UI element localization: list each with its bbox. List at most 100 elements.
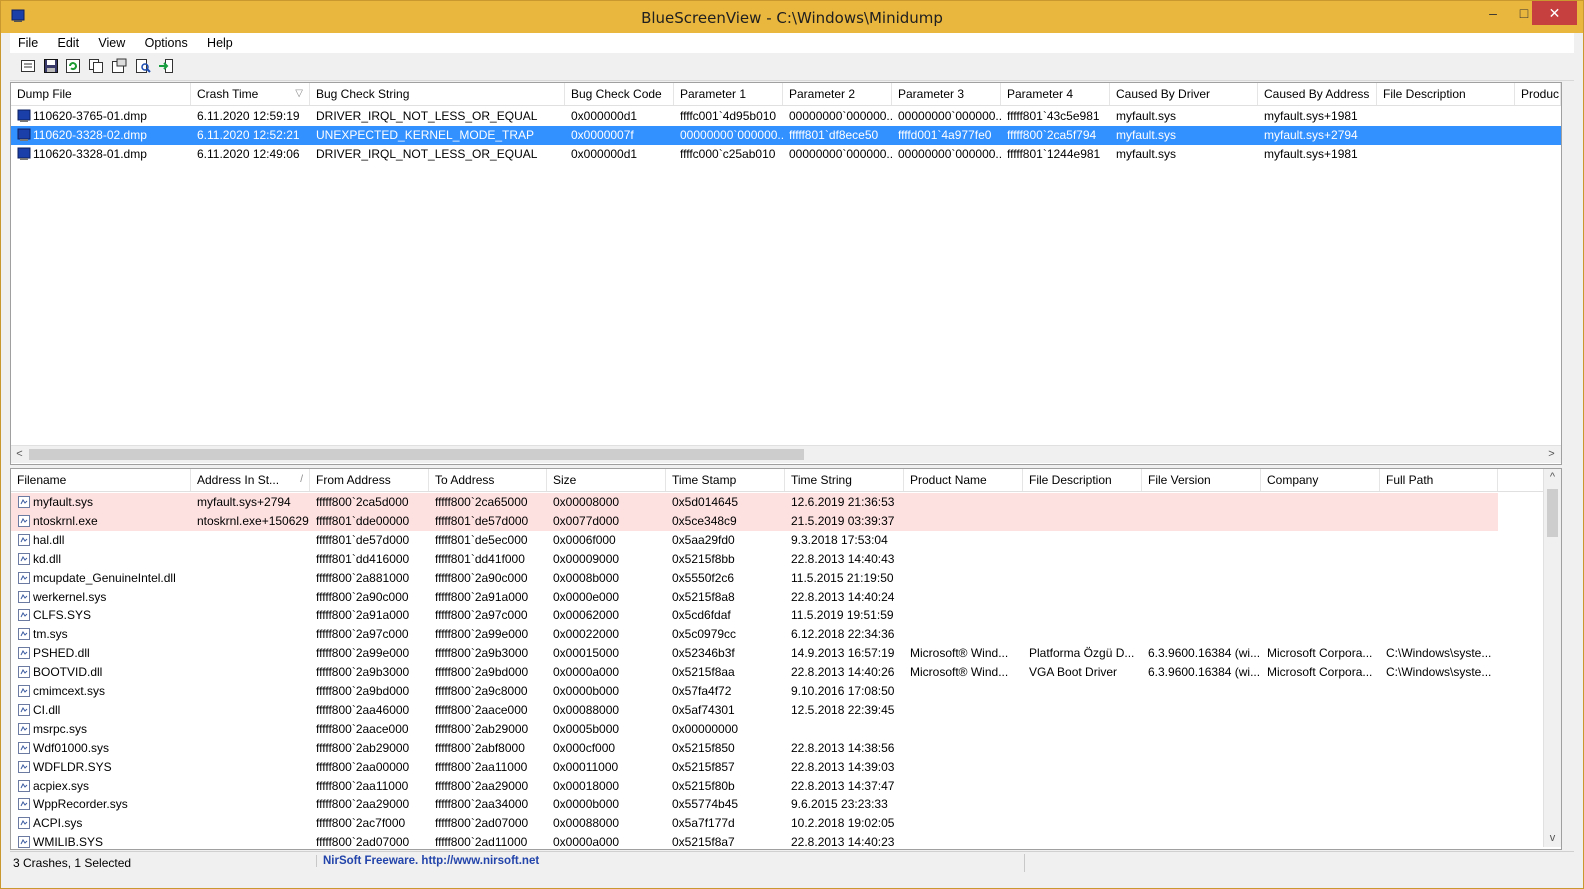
- driver-row[interactable]: hal.dll fffff801`de57d000 fffff801`de5ec00…: [11, 531, 1561, 550]
- col-company[interactable]: Company: [1261, 469, 1380, 491]
- col-parameter-1[interactable]: Parameter 1: [674, 83, 783, 105]
- col-time-stamp[interactable]: Time Stamp: [666, 469, 785, 491]
- driver-row[interactable]: acpiex.sys fffff800`2aa11000 fffff800`2aa2…: [11, 777, 1561, 796]
- crash-list[interactable]: Dump File Crash Time ▽ Bug Check String B…: [10, 82, 1562, 465]
- driver-row[interactable]: PSHED.dll fffff800`2a99e000 fffff800`2a9b3…: [11, 644, 1561, 663]
- driver-row[interactable]: myfault.sys myfault.sys+2794 fffff800`2ca5…: [11, 493, 1498, 512]
- driver-row[interactable]: kd.dll fffff801`dd416000 fffff801`dd41f000…: [11, 550, 1561, 569]
- cell-size: 0x00088000: [553, 816, 620, 831]
- col-bug-check-code[interactable]: Bug Check Code: [565, 83, 674, 105]
- scroll-left-icon[interactable]: <: [11, 446, 28, 463]
- html-report-icon[interactable]: [111, 58, 127, 74]
- cell-file-description: [1023, 814, 1142, 833]
- driver-list-vscrollbar[interactable]: ^ v: [1543, 469, 1561, 847]
- col-file-description[interactable]: File Description: [1023, 469, 1142, 491]
- properties-icon[interactable]: [20, 58, 36, 74]
- crash-row[interactable]: 110620-3328-02.dmp 6.11.2020 12:52:21 UNEX…: [11, 126, 1561, 145]
- driver-row[interactable]: Wdf01000.sys fffff800`2ab29000 fffff800`2a…: [11, 739, 1561, 758]
- cell-time-stamp: 0x5215f850: [672, 740, 735, 755]
- col-product-name[interactable]: Product Name: [904, 469, 1023, 491]
- driver-row[interactable]: werkernel.sys fffff800`2a90c000 fffff800`2…: [11, 588, 1561, 607]
- exit-icon[interactable]: [158, 58, 174, 74]
- scroll-up-icon[interactable]: ^: [1544, 469, 1561, 486]
- cell-time-stamp: 0x5215f8a8: [672, 589, 735, 604]
- col-dump-file[interactable]: Dump File: [11, 83, 191, 105]
- col-time-string[interactable]: Time String: [785, 469, 904, 491]
- cell-size: 0x0006f000: [553, 532, 616, 547]
- driver-row[interactable]: ntoskrnl.exe ntoskrnl.exe+150629 fffff801`…: [11, 511, 1498, 531]
- scroll-down-icon[interactable]: v: [1544, 830, 1561, 847]
- cell-from-address: fffff801`dde00000: [316, 513, 410, 528]
- driver-row[interactable]: cmimcext.sys fffff800`2a9bd000 fffff800`2a…: [11, 682, 1561, 701]
- cell-from-address: fffff800`2a9b3000: [316, 665, 410, 680]
- menu-file[interactable]: File: [10, 33, 46, 53]
- cell-parameter-1: ffffc000`c25ab010: [680, 147, 776, 161]
- cell-time-stamp: 0x5d014645: [672, 495, 739, 509]
- cell-file-description: [1023, 739, 1142, 758]
- driver-row[interactable]: BOOTVID.dll fffff800`2a9b3000 fffff800`2a9…: [11, 663, 1561, 682]
- cell-company: [1261, 606, 1380, 625]
- col-file-description[interactable]: File Description: [1377, 83, 1515, 105]
- driver-list[interactable]: Filename Address In St... / From Address …: [10, 468, 1562, 850]
- driver-row[interactable]: WppRecorder.sys fffff800`2aa29000 fffff800…: [11, 795, 1561, 814]
- status-nirsoft-link[interactable]: NirSoft Freeware. http://www.nirsoft.net: [316, 855, 539, 867]
- close-button[interactable]: ✕: [1532, 1, 1577, 25]
- cell-file-description: [1023, 493, 1142, 512]
- refresh-icon[interactable]: [65, 58, 81, 74]
- col-filename[interactable]: Filename: [11, 469, 191, 491]
- cell-to-address: fffff800`2a9b3000: [435, 646, 529, 661]
- menu-view[interactable]: View: [90, 33, 133, 53]
- driver-row[interactable]: tm.sys fffff800`2a97c000 fffff800`2a99e000…: [11, 625, 1561, 644]
- cell-product: [1515, 107, 1561, 126]
- cell-from-address: fffff800`2a9bd000: [316, 684, 410, 698]
- crash-row[interactable]: 110620-3765-01.dmp 6.11.2020 12:59:19 DRIV…: [11, 107, 1561, 126]
- save-icon[interactable]: [43, 58, 59, 74]
- menu-edit[interactable]: Edit: [50, 33, 88, 53]
- minimize-button[interactable]: –: [1478, 1, 1508, 27]
- cell-full-path: [1380, 795, 1498, 814]
- col-address-in-stack[interactable]: Address In St... /: [191, 469, 310, 491]
- col-from-address[interactable]: From Address: [310, 469, 429, 491]
- driver-row[interactable]: ACPI.sys fffff800`2ac7f000 fffff800`2ad070…: [11, 814, 1561, 833]
- cell-file-description: [1023, 569, 1142, 588]
- driver-row[interactable]: WDFLDR.SYS fffff800`2aa00000 fffff800`2aa1…: [11, 758, 1561, 777]
- crash-row[interactable]: 110620-3328-01.dmp 6.11.2020 12:49:06 DRIV…: [11, 145, 1561, 164]
- col-parameter-4[interactable]: Parameter 4: [1001, 83, 1110, 105]
- cell-to-address: fffff801`de5ec000: [435, 532, 528, 547]
- copy-icon[interactable]: [88, 58, 104, 74]
- hscroll-thumb[interactable]: [29, 449, 804, 460]
- crash-list-hscrollbar[interactable]: < >: [11, 445, 1561, 463]
- menu-options[interactable]: Options: [137, 33, 196, 53]
- driver-row[interactable]: WMILIB.SYS fffff800`2ad07000 fffff800`2ad1…: [11, 833, 1561, 849]
- col-parameter-2[interactable]: Parameter 2: [783, 83, 892, 105]
- cell-time-stamp: 0x52346b3f: [672, 646, 735, 661]
- driver-row[interactable]: CLFS.SYS fffff800`2a91a000 fffff800`2a97c0…: [11, 606, 1561, 625]
- col-crash-time[interactable]: Crash Time ▽: [191, 83, 310, 105]
- cell-product-name: [904, 625, 1023, 644]
- col-size[interactable]: Size: [547, 469, 666, 491]
- menu-help[interactable]: Help: [199, 33, 241, 53]
- cell-file-version: 6.3.9600.16384 (wi...: [1148, 665, 1261, 680]
- col-bug-check-string[interactable]: Bug Check String: [310, 83, 565, 105]
- col-to-address[interactable]: To Address: [429, 469, 547, 491]
- driver-row[interactable]: CI.dll fffff800`2aa46000 fffff800`2aace000…: [11, 701, 1561, 720]
- title-bar[interactable]: BlueScreenView - C:\Windows\Minidump – □…: [1, 1, 1583, 33]
- cell-to-address: fffff800`2aa29000: [435, 778, 529, 793]
- col-caused-by-address[interactable]: Caused By Address: [1258, 83, 1377, 105]
- col-full-path[interactable]: Full Path: [1380, 469, 1498, 491]
- find-icon[interactable]: [135, 58, 151, 74]
- col-caused-by-driver[interactable]: Caused By Driver: [1110, 83, 1258, 105]
- col-file-version[interactable]: File Version: [1142, 469, 1261, 491]
- driver-row[interactable]: mcupdate_GenuineIntel.dll fffff800`2a8810…: [11, 569, 1561, 588]
- cell-full-path: [1380, 550, 1498, 569]
- vscroll-thumb[interactable]: [1547, 489, 1558, 537]
- cell-product-name: [904, 777, 1023, 796]
- cell-time-stamp: 0x5ce348c9: [672, 513, 737, 528]
- cell-filename: acpiex.sys: [33, 778, 90, 793]
- scroll-right-icon[interactable]: >: [1543, 446, 1560, 463]
- driver-row[interactable]: msrpc.sys fffff800`2aace000 fffff800`2ab29…: [11, 720, 1561, 739]
- cell-from-address: fffff800`2a91a000: [316, 608, 410, 623]
- col-product[interactable]: Produc: [1515, 83, 1561, 105]
- cell-filename: CLFS.SYS: [33, 608, 92, 623]
- col-parameter-3[interactable]: Parameter 3: [892, 83, 1001, 105]
